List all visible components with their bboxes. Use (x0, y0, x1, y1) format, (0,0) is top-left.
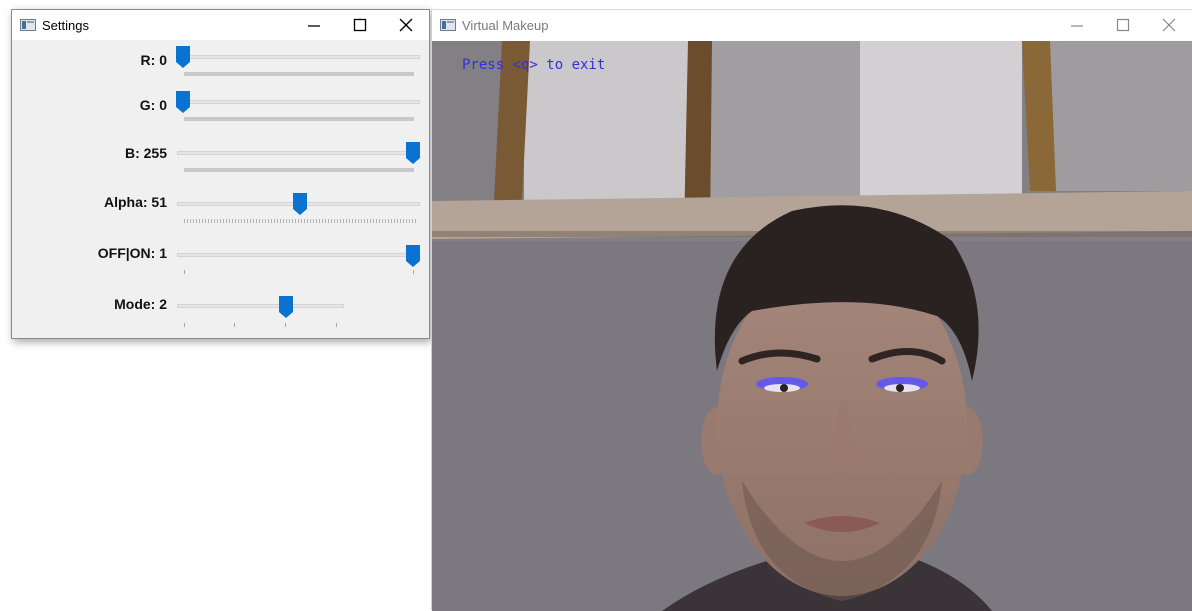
trackbar-alpha-label: Alpha: 51 (103, 194, 167, 210)
exit-hint-text: Press <q> to exit (462, 57, 606, 73)
minimize-button[interactable] (291, 10, 337, 40)
minimize-button[interactable] (1054, 10, 1100, 40)
virtual-makeup-window: Virtual Makeup Press <q> to exit (431, 9, 1192, 611)
trackbar-onoff-channel[interactable] (177, 253, 420, 257)
webcam-frame (432, 41, 1192, 611)
trackbar-mode-channel[interactable] (177, 304, 344, 308)
app-icon (20, 19, 36, 31)
trackbar-b-channel[interactable] (177, 151, 420, 155)
maximize-icon (353, 18, 367, 32)
trackbar-alpha-ticks (184, 219, 416, 223)
trackbar-onoff-tick-max (413, 270, 414, 274)
trackbar-mode-tick (184, 323, 185, 327)
makeup-title: Virtual Makeup (462, 18, 549, 33)
close-icon (1162, 18, 1176, 32)
settings-titlebar[interactable]: Settings (12, 10, 429, 40)
maximize-button[interactable] (337, 10, 383, 40)
trackbar-b-thumb[interactable] (406, 142, 420, 164)
trackbar-g-channel[interactable] (177, 100, 420, 104)
trackbar-onoff-thumb[interactable] (406, 245, 420, 267)
trackbar-b-label: B: 255 (124, 145, 167, 161)
trackbar-g-label: G: 0 (139, 97, 167, 113)
trackbar-r-thumb[interactable] (176, 46, 190, 68)
settings-title: Settings (42, 18, 89, 33)
settings-body: R: 0 G: 0 B: 255 Alpha: 51 OFF|ON: 1 Mod… (12, 40, 429, 338)
minimize-icon (308, 25, 320, 27)
maximize-icon (1116, 18, 1130, 32)
close-button[interactable] (383, 10, 429, 40)
trackbar-alpha-thumb[interactable] (293, 193, 307, 215)
trackbar-mode-label: Mode: 2 (114, 296, 167, 312)
trackbar-g-thumb[interactable] (176, 91, 190, 113)
trackbar-mode-tick (336, 323, 337, 327)
trackbar-mode-tick (285, 323, 286, 327)
minimize-icon (1071, 25, 1083, 27)
close-icon (399, 18, 413, 32)
close-button[interactable] (1146, 10, 1192, 40)
camera-view: Press <q> to exit (432, 41, 1192, 611)
trackbar-onoff-tick-min (184, 270, 185, 274)
trackbar-r-channel[interactable] (177, 55, 420, 59)
trackbar-mode-thumb[interactable] (279, 296, 293, 318)
app-icon (440, 19, 456, 31)
trackbar-r-label: R: 0 (140, 52, 167, 68)
trackbar-r-ticks (184, 72, 414, 76)
trackbar-onoff-label: OFF|ON: 1 (97, 245, 167, 261)
trackbar-b-ticks (184, 168, 414, 172)
settings-window: Settings R: 0 G: 0 B: 255 Alpha: 51 OFF|… (11, 9, 430, 339)
trackbar-g-ticks (184, 117, 414, 121)
maximize-button[interactable] (1100, 10, 1146, 40)
trackbar-mode-tick (234, 323, 235, 327)
makeup-titlebar[interactable]: Virtual Makeup (432, 10, 1192, 40)
